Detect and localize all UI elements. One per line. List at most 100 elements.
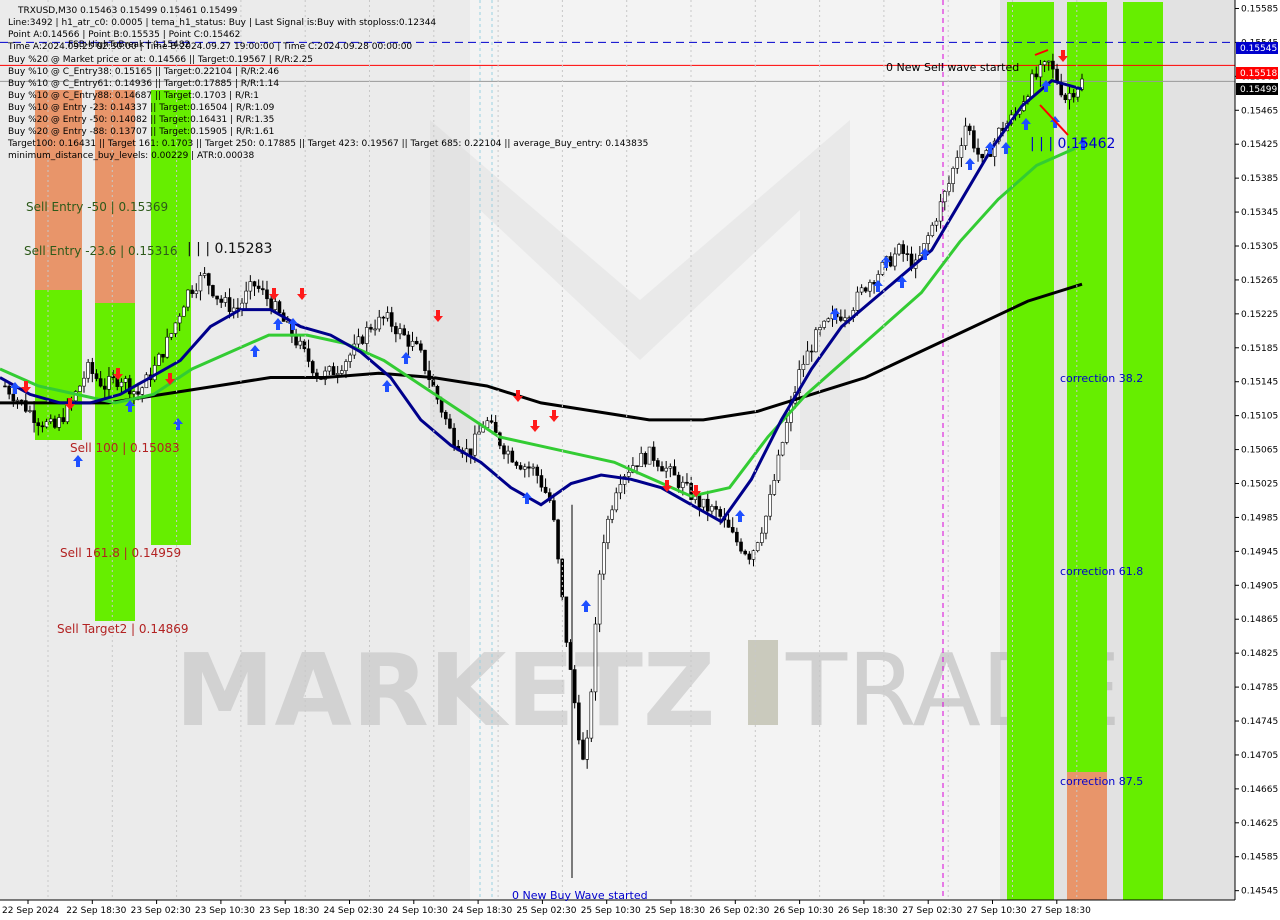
candle-body bbox=[518, 465, 523, 470]
candle-body bbox=[294, 336, 298, 346]
candle-body bbox=[182, 306, 186, 317]
candle-body bbox=[784, 422, 789, 443]
candle-body bbox=[82, 377, 86, 387]
info-line-5: Buy %10 @ C_Entry61: 0.14936 || Target:0… bbox=[8, 79, 279, 89]
candle-body bbox=[489, 420, 494, 423]
info-line-11: minimum_distance_buy_levels: 0.00229 | A… bbox=[8, 151, 254, 161]
orange-zone-3 bbox=[1067, 772, 1107, 900]
green-zone-5 bbox=[1067, 2, 1107, 772]
candle-body bbox=[893, 253, 897, 267]
sell-100-label: Sell 100 | 0.15083 bbox=[70, 441, 180, 455]
candle-body bbox=[86, 362, 90, 379]
candle-body bbox=[647, 446, 652, 465]
candle-body bbox=[552, 500, 556, 521]
candle-body bbox=[11, 393, 16, 402]
x-tick-label: 22 Sep 2024 bbox=[2, 906, 59, 916]
candle-body bbox=[252, 281, 257, 287]
x-tick-label: 24 Sep 10:30 bbox=[388, 906, 448, 916]
candle-body bbox=[61, 417, 66, 423]
candle-body bbox=[664, 467, 668, 472]
candle-body bbox=[206, 273, 211, 286]
x-tick-label: 25 Sep 10:30 bbox=[581, 906, 641, 916]
x-tick-label: 23 Sep 18:30 bbox=[259, 906, 319, 916]
candle-body bbox=[610, 509, 614, 520]
candle-body bbox=[959, 145, 964, 158]
x-tick-label: 22 Sep 18:30 bbox=[66, 906, 126, 916]
info-line-8: Buy %20 @ Entry -50: 0.14082 || Target:0… bbox=[8, 115, 274, 125]
candle-body bbox=[955, 157, 960, 169]
candle-body bbox=[410, 340, 415, 347]
candle-body bbox=[880, 261, 885, 275]
candle-body bbox=[53, 418, 57, 428]
x-tick-label: 24 Sep 02:30 bbox=[324, 906, 384, 916]
candle-body bbox=[822, 320, 826, 328]
green-zone-2 bbox=[95, 303, 135, 621]
candle-body bbox=[572, 669, 577, 704]
candle-body bbox=[606, 518, 610, 544]
y-tick-label: 0.14785 bbox=[1241, 683, 1278, 693]
candle-body bbox=[219, 298, 224, 303]
candle-body bbox=[28, 410, 32, 412]
candle-body bbox=[581, 739, 585, 760]
sell-entry-50-label: Sell Entry -50 | 0.15369 bbox=[26, 200, 168, 214]
candle-body bbox=[15, 399, 20, 402]
candle-body bbox=[585, 737, 589, 760]
y-tick-label: 0.14545 bbox=[1241, 887, 1278, 897]
candle-body bbox=[839, 316, 843, 321]
candle-body bbox=[310, 361, 315, 374]
x-tick-label: 23 Sep 10:30 bbox=[195, 906, 255, 916]
correction-875-label: correction 87.5 bbox=[1060, 775, 1143, 788]
candle-body bbox=[743, 550, 747, 555]
candle-body bbox=[389, 312, 394, 327]
candle-body bbox=[656, 460, 660, 467]
candle-body bbox=[385, 312, 390, 319]
candle-body bbox=[772, 480, 777, 495]
candle-body bbox=[522, 466, 527, 470]
candle-body bbox=[3, 385, 7, 388]
candle-body bbox=[348, 354, 352, 362]
candle-body bbox=[19, 399, 24, 402]
level-15283-label: | | | 0.15283 bbox=[187, 241, 272, 257]
candle-body bbox=[735, 531, 739, 543]
x-tick-label: 27 Sep 18:30 bbox=[1031, 906, 1091, 916]
candle-body bbox=[601, 542, 606, 575]
candle-body bbox=[32, 410, 36, 423]
candle-body bbox=[102, 385, 107, 390]
info-line-4: Buy %10 @ C_Entry38: 0.15165 || Target:0… bbox=[8, 67, 279, 77]
candle-body bbox=[976, 147, 980, 155]
y-tick-label: 0.15105 bbox=[1241, 412, 1278, 422]
candle-body bbox=[40, 425, 45, 428]
candle-body bbox=[443, 411, 448, 420]
candle-body bbox=[477, 431, 481, 435]
candle-body bbox=[701, 498, 706, 508]
candle-body bbox=[818, 327, 822, 331]
candle-body bbox=[514, 461, 519, 466]
candle-body bbox=[298, 340, 303, 346]
candle-body bbox=[1042, 61, 1047, 66]
candle-body bbox=[1051, 60, 1055, 70]
candle-body bbox=[398, 328, 402, 335]
x-tick-label: 26 Sep 10:30 bbox=[774, 906, 834, 916]
candle-body bbox=[697, 494, 702, 508]
candle-body bbox=[651, 446, 656, 461]
candle-body bbox=[543, 486, 548, 493]
candle-body bbox=[751, 550, 756, 560]
candle-body bbox=[248, 281, 253, 292]
candle-body bbox=[564, 596, 569, 643]
correction-382-label: correction 38.2 bbox=[1060, 372, 1143, 385]
candle-body bbox=[934, 220, 939, 226]
y-tick-label: 0.14625 bbox=[1241, 819, 1278, 829]
y-tick-label: 0.15345 bbox=[1241, 208, 1278, 218]
candle-body bbox=[227, 297, 232, 312]
candle-body bbox=[231, 307, 236, 312]
watermark-separator bbox=[748, 640, 778, 725]
symbol-line: TRXUSD,M30 0.15463 0.15499 0.15461 0.154… bbox=[17, 6, 238, 16]
candle-body bbox=[327, 366, 332, 372]
candle-body bbox=[718, 509, 723, 517]
candle-body bbox=[194, 290, 199, 294]
candle-body bbox=[1046, 60, 1051, 63]
y-tick-label: 0.14745 bbox=[1241, 717, 1278, 727]
candle-body bbox=[340, 370, 344, 374]
candle-body bbox=[597, 573, 602, 625]
candle-body bbox=[36, 422, 41, 427]
